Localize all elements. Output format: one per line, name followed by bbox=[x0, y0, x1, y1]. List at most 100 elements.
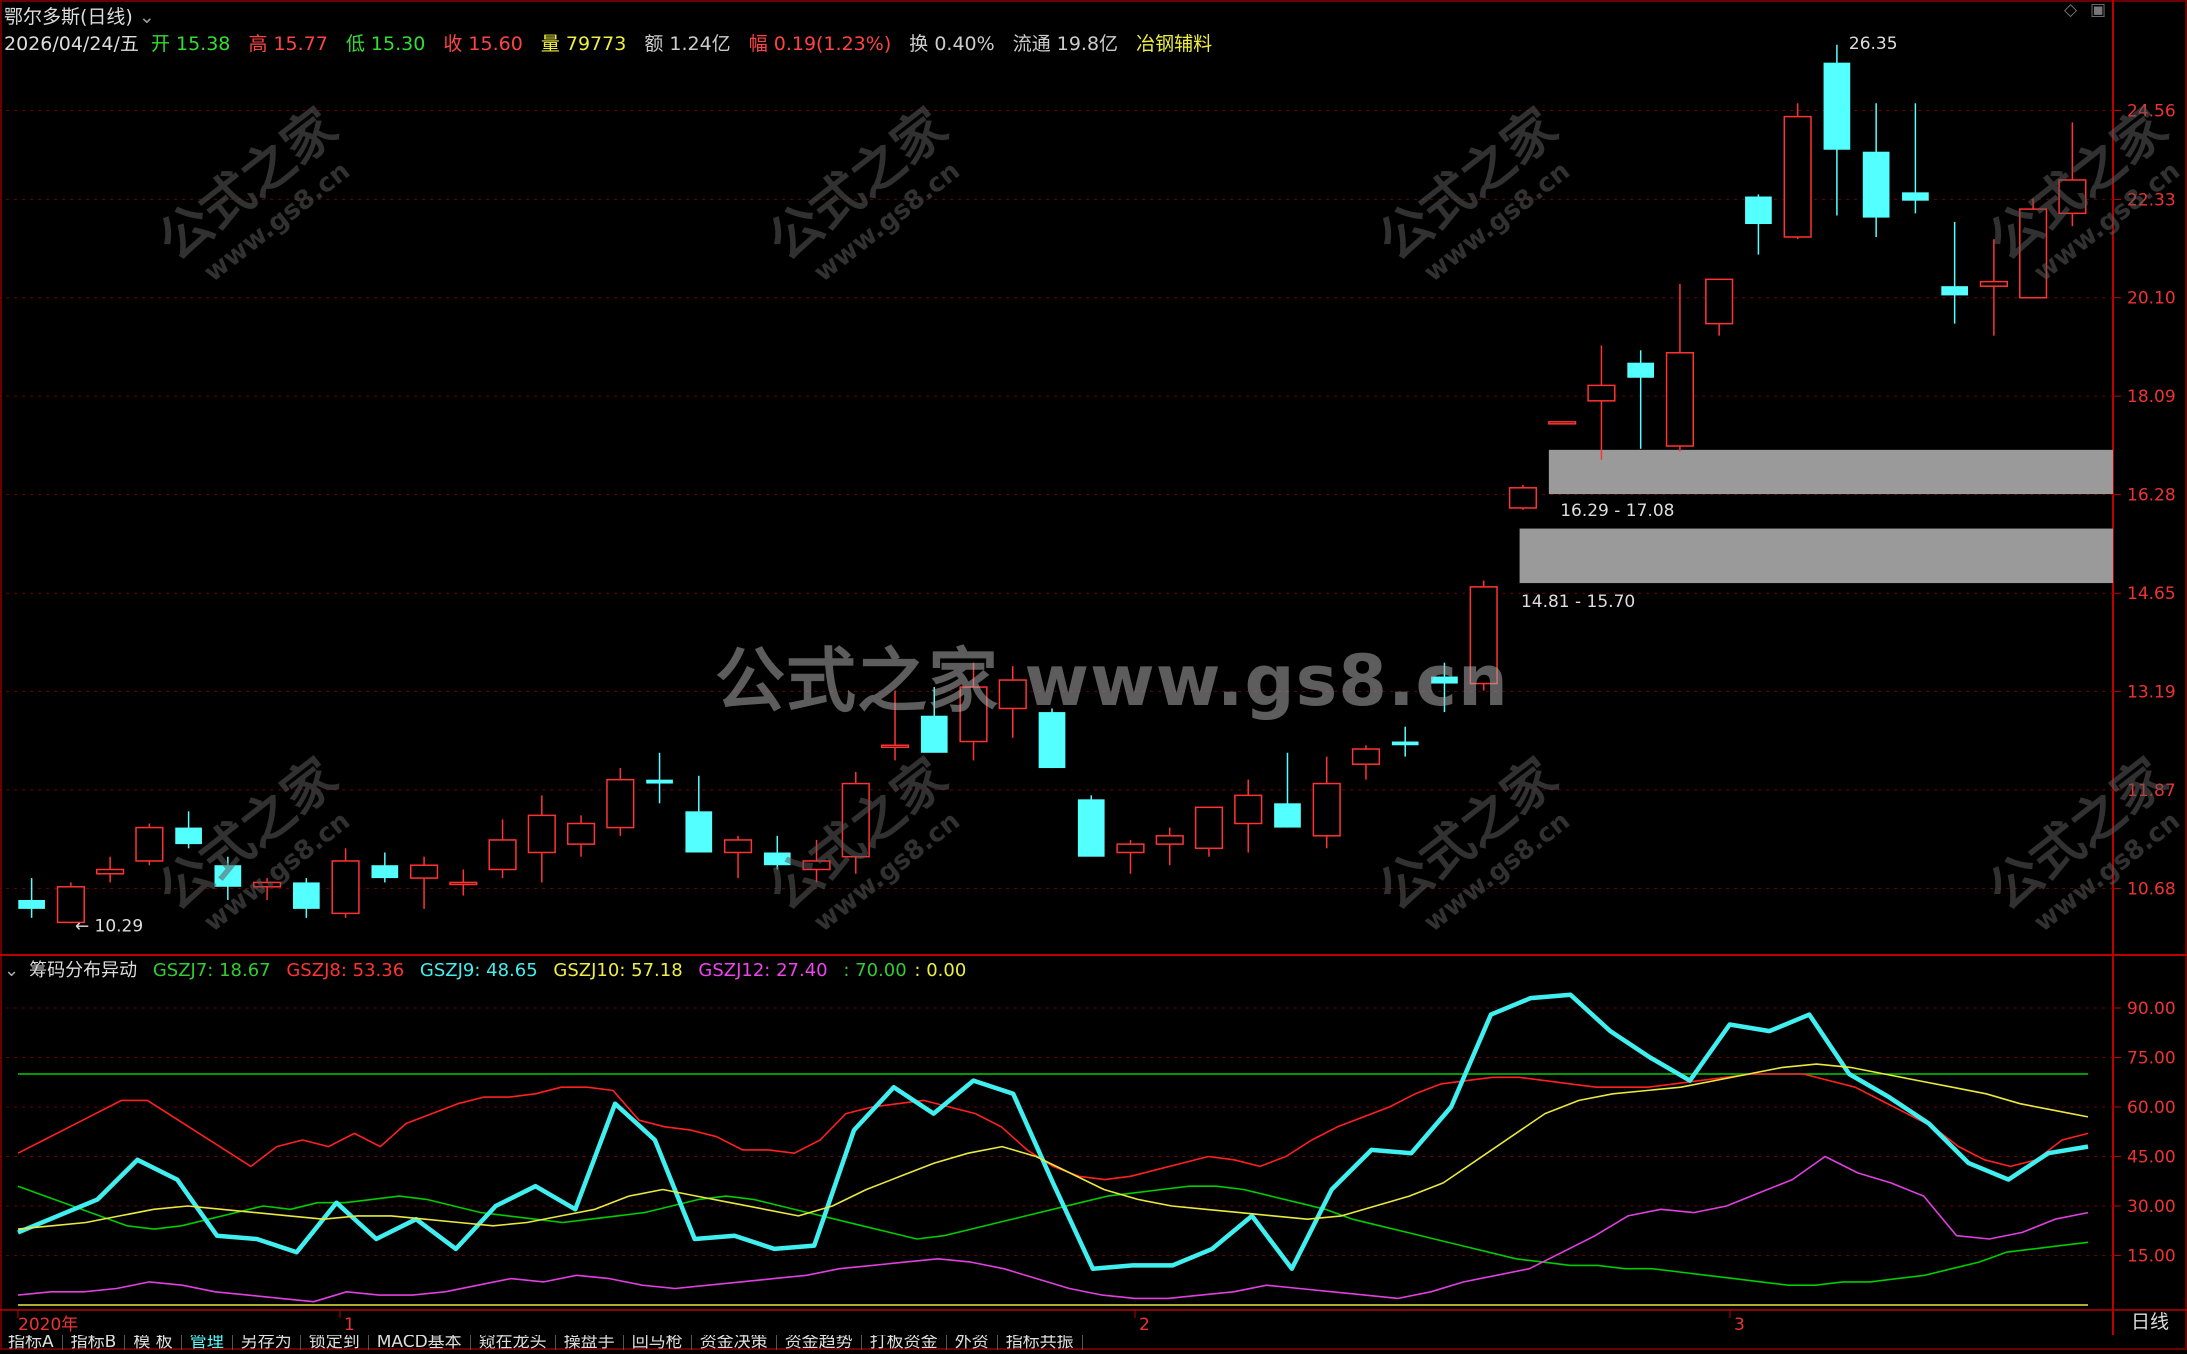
candle-body[interactable] bbox=[2019, 208, 2048, 299]
indicator-axis-label: 30.00 bbox=[2127, 1197, 2176, 1217]
dropdown-chevron-icon[interactable]: ⌄ bbox=[139, 6, 155, 28]
candle-body[interactable] bbox=[371, 865, 399, 879]
chart-stage[interactable]: 24.56 22.33 20.10 18.09 16.28 14.65 13.19 11.87… bbox=[0, 0, 2187, 1350]
bottom-tab[interactable]: 窥在龙头 bbox=[471, 1335, 556, 1350]
high-value: 高 15.77 bbox=[248, 33, 328, 55]
stock-title[interactable]: 鄂尔多斯(日线) bbox=[4, 6, 133, 28]
volume-value: 量 79773 bbox=[540, 33, 627, 55]
candle-body[interactable] bbox=[409, 864, 439, 879]
candle-body[interactable] bbox=[1627, 362, 1655, 378]
window-icon[interactable]: ▣ bbox=[2090, 0, 2106, 20]
candle-body[interactable] bbox=[2058, 179, 2087, 215]
candle-body[interactable] bbox=[1548, 421, 1577, 425]
candle-body[interactable] bbox=[1391, 741, 1419, 746]
quote-header: 鄂尔多斯(日线) ⌄ 2026/04/24/五 开 15.38 高 15.77 低 15… bbox=[4, 2, 1218, 56]
price-axis-label: 10.68 bbox=[2127, 880, 2176, 900]
legend-gszj10: GSZJ10: 57.18 bbox=[553, 960, 683, 981]
candle-body[interactable] bbox=[253, 881, 282, 888]
price-axis-label: 14.65 bbox=[2127, 584, 2176, 604]
candle-body[interactable] bbox=[1745, 196, 1772, 225]
candle-body[interactable] bbox=[1116, 843, 1145, 854]
series-gszj8[interactable] bbox=[17, 1073, 2089, 1181]
bottom-tab[interactable]: 打板资金 bbox=[862, 1335, 947, 1350]
bottom-tab[interactable]: MACD基本 bbox=[369, 1335, 471, 1350]
candle-body[interactable] bbox=[1194, 806, 1224, 850]
price-axis-label: 16.28 bbox=[2127, 486, 2176, 506]
series-gszj7[interactable] bbox=[17, 1185, 2089, 1286]
candle-body[interactable] bbox=[96, 868, 125, 875]
close-value: 收 15.60 bbox=[443, 33, 523, 55]
candle-body[interactable] bbox=[802, 860, 831, 871]
diamond-icon[interactable]: ◇ bbox=[2064, 0, 2077, 20]
candle-body[interactable] bbox=[1312, 782, 1341, 837]
bottom-tab[interactable]: 模 板 bbox=[125, 1335, 182, 1350]
indicator-axis-label: 75.00 bbox=[2127, 1049, 2176, 1069]
candle-body[interactable] bbox=[527, 814, 556, 854]
bottom-tab[interactable]: 资金决策 bbox=[692, 1335, 777, 1350]
candle-body[interactable] bbox=[1902, 192, 1929, 201]
legend-gszj9: GSZJ9: 48.65 bbox=[419, 960, 538, 981]
candle-body[interactable] bbox=[214, 865, 242, 887]
legend-gszj7: GSZJ7: 18.67 bbox=[152, 960, 271, 981]
candle-body[interactable] bbox=[880, 744, 910, 749]
indicator-axis-label: 45.00 bbox=[2127, 1148, 2176, 1168]
high-annotation: 26.35 bbox=[1849, 34, 1898, 54]
candle-body[interactable] bbox=[1941, 286, 1968, 296]
candle-body[interactable] bbox=[763, 852, 791, 866]
candle-body[interactable] bbox=[1351, 748, 1381, 765]
bottom-tab[interactable]: 指标A bbox=[0, 1335, 63, 1350]
price-axis-label: 20.10 bbox=[2127, 289, 2176, 309]
bottom-tab[interactable]: 管理 bbox=[182, 1335, 233, 1350]
candle-body[interactable] bbox=[449, 881, 478, 886]
candle-body[interactable] bbox=[841, 782, 870, 858]
candle-body[interactable] bbox=[1705, 278, 1734, 325]
candle-body[interactable] bbox=[331, 860, 360, 915]
candle-body[interactable] bbox=[685, 811, 713, 853]
bottom-tab[interactable]: 另存为 bbox=[233, 1335, 301, 1350]
bottom-tab[interactable]: 指标共振 bbox=[998, 1335, 1083, 1350]
low-value: 低 15.30 bbox=[345, 33, 426, 55]
candle-body[interactable] bbox=[566, 822, 596, 845]
candle-body[interactable] bbox=[1783, 115, 1812, 238]
candle-body[interactable] bbox=[723, 839, 753, 854]
series-gszj9[interactable] bbox=[17, 992, 2089, 1271]
time-axis-label: 2 bbox=[1139, 1315, 1150, 1335]
candle-body[interactable] bbox=[175, 827, 202, 845]
collapse-icon[interactable]: ⌄ bbox=[4, 960, 19, 981]
period-selector[interactable]: 日线 bbox=[2113, 1306, 2187, 1338]
bottom-tab[interactable]: 操盘手 bbox=[556, 1335, 624, 1350]
price-axis-label: 13.19 bbox=[2127, 682, 2176, 702]
time-axis-label: 3 bbox=[1734, 1315, 1745, 1335]
candle-body[interactable] bbox=[1979, 280, 2008, 287]
candle-body[interactable] bbox=[646, 779, 673, 784]
float-value: 流通 19.8亿 bbox=[1012, 33, 1119, 55]
amount-value: 额 1.24亿 bbox=[644, 33, 731, 55]
price-axis-label: 24.56 bbox=[2127, 101, 2176, 121]
candle-body[interactable] bbox=[18, 899, 45, 909]
candle-body[interactable] bbox=[1274, 803, 1301, 828]
candle-body[interactable] bbox=[1155, 835, 1184, 845]
candle-body[interactable] bbox=[292, 882, 320, 909]
candle-body[interactable] bbox=[1508, 487, 1538, 509]
sector-tag[interactable]: 冶钢辅料 bbox=[1136, 33, 1212, 55]
bottom-tab[interactable]: 锁定到 bbox=[301, 1335, 369, 1350]
bottom-tab[interactable]: 外资 bbox=[947, 1335, 998, 1350]
candle-body[interactable] bbox=[488, 839, 517, 871]
bottom-tab[interactable]: 资金趋势 bbox=[777, 1335, 862, 1350]
candle-body[interactable] bbox=[1823, 62, 1851, 150]
candle-body[interactable] bbox=[1077, 799, 1105, 857]
candle-body[interactable] bbox=[606, 778, 635, 829]
candle-body[interactable] bbox=[135, 826, 164, 862]
candle-body[interactable] bbox=[1234, 794, 1263, 825]
indicator-legend: ⌄ 筹码分布异动 GSZJ7: 18.67 GSZJ8: 53.36 GSZJ9:… bbox=[4, 956, 976, 982]
quote-date: 2026/04/24/五 bbox=[4, 33, 139, 55]
turnover-value: 换 0.40% bbox=[909, 33, 995, 55]
candle-body[interactable] bbox=[1862, 151, 1890, 218]
candle-body[interactable] bbox=[1665, 352, 1695, 447]
candle-body[interactable] bbox=[1587, 384, 1616, 402]
price-axis-label: 22.33 bbox=[2127, 190, 2176, 210]
bottom-tab[interactable]: 回马枪 bbox=[624, 1335, 692, 1350]
indicator-name[interactable]: 筹码分布异动 bbox=[29, 960, 137, 981]
gap-zone bbox=[1548, 449, 2113, 495]
bottom-tab[interactable]: 指标B bbox=[63, 1335, 126, 1350]
